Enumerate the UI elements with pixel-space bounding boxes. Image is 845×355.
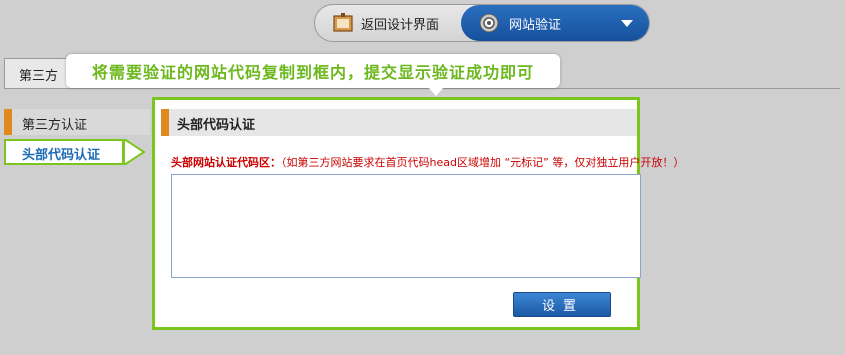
set-button[interactable]: 设置 [513,292,611,317]
instruction-tooltip-text: 将需要验证的网站代码复制到框内，提交显示验证成功即可 [91,63,534,82]
code-field-label: 头部网站认证代码区：（如第三方网站要求在首页代码head区域增加 “元标记” 等… [171,154,771,170]
sidebar-item-header-code[interactable]: 头部代码认证 [4,139,124,165]
sidebar-item-label: 头部代码认证 [22,148,101,163]
back-to-design-button[interactable]: 返回设计界面 [315,5,461,41]
site-verify-dropdown[interactable]: 网站验证 [461,5,649,41]
background-tab-label: 第三方 [19,69,59,84]
top-toolbar: 返回设计界面 网站验证 [314,4,650,42]
gear-icon [479,13,499,33]
background-tab[interactable]: 第三方 [4,58,74,88]
chevron-down-icon [621,20,633,27]
tab-divider [4,88,840,89]
tooltip-arrow [428,87,444,96]
header-code-dialog: 头部代码认证 头部网站认证代码区：（如第三方网站要求在首页代码head区域增加 … [152,97,684,330]
site-verify-label: 网站验证 [509,17,562,33]
dialog-title-text: 头部代码认证 [177,118,256,133]
header-code-textarea[interactable] [171,174,641,278]
design-board-icon [333,13,353,32]
code-field-hint: （如第三方网站要求在首页代码head区域增加 “元标记” 等，仅对独立用户开放！… [281,156,685,169]
dialog-title: 头部代码认证 [161,109,637,136]
sidebar-heading: 第三方认证 [4,109,150,135]
sidebar-heading-label: 第三方认证 [22,118,88,133]
code-field-label-strong: 头部网站认证代码区： [171,156,281,169]
instruction-tooltip: 将需要验证的网站代码复制到框内，提交显示验证成功即可 [66,54,560,88]
sidebar-pointer-arrow [124,139,146,165]
back-to-design-label: 返回设计界面 [361,17,440,33]
